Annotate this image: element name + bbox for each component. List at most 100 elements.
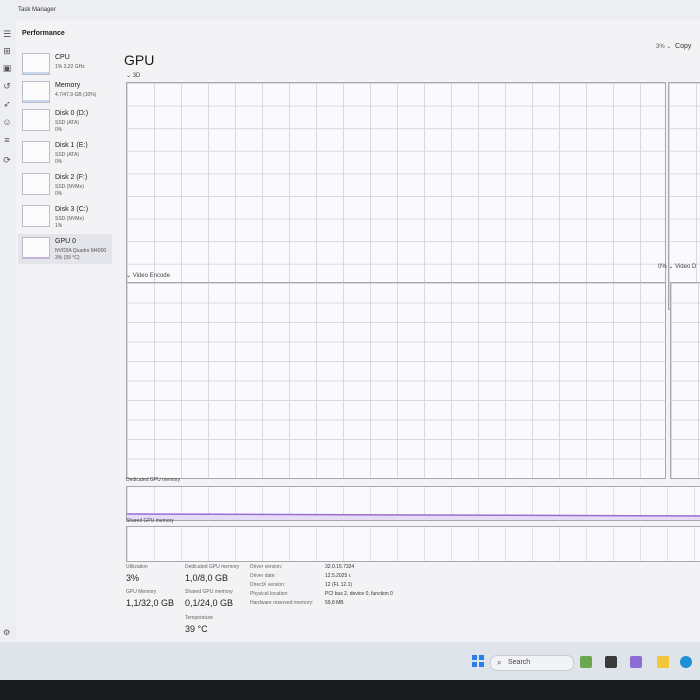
- copy-button[interactable]: Copy: [675, 43, 691, 50]
- search-icon: ⌕: [497, 658, 502, 667]
- device-usage: 0%: [55, 159, 63, 165]
- device-item-disk-2[interactable]: Disk 2 (F:) SSD (NVMe) 0%: [18, 170, 112, 200]
- disk-thumbnail: [22, 109, 50, 131]
- gpu-panel: GPU 3% ⌄ Copy ⌄ 3D 0% ⌄ Video D ⌄ Video …: [118, 40, 700, 640]
- driver-date-value: 12.5.2025 г.: [325, 573, 352, 579]
- disk-thumbnail: [22, 141, 50, 163]
- driver-date-label: Driver date:: [250, 573, 276, 579]
- stats-panel: Utilization 3% Dedicated GPU memory 1,0/…: [126, 564, 696, 644]
- taskbar: ⌕ Search: [0, 642, 700, 700]
- device-detail: 4,7/47,9 GB (10%): [55, 92, 97, 98]
- disk-thumbnail: [22, 173, 50, 195]
- video-decode-label: Video D: [675, 264, 697, 270]
- memory-thumbnail: [22, 81, 50, 103]
- services-icon[interactable]: ⟳: [1, 154, 13, 166]
- graph-video-encode-label: Video Encode: [132, 273, 170, 279]
- hardware-reserved-memory-label: Hardware reserved memory:: [250, 600, 314, 606]
- physical-location-label: Physical location:: [250, 591, 289, 597]
- title-bar: Task Manager: [0, 0, 700, 20]
- cpu-thumbnail: [22, 53, 50, 75]
- edge-browser-icon[interactable]: [680, 656, 692, 668]
- copy-area: 3% ⌄ Copy: [656, 43, 691, 50]
- device-detail: NVIDIA Quadro M4000: [55, 248, 107, 254]
- dedicated-memory-graph-label: Dedicated GPU memory: [126, 477, 181, 483]
- device-detail: SSD (NVMe): [55, 184, 84, 190]
- shared-memory-value: 0,1/24,0 GB: [185, 598, 234, 608]
- disk-thumbnail: [22, 205, 50, 227]
- device-detail: 1% 3,22 GHz: [55, 64, 85, 70]
- gpu-thumbnail: [22, 237, 50, 259]
- driver-version-value: 32.0.15.7324: [325, 564, 355, 570]
- device-detail: SSD (NVMe): [55, 216, 84, 222]
- file-explorer-icon[interactable]: [657, 656, 669, 668]
- taskbar-search[interactable]: ⌕ Search: [490, 655, 574, 671]
- dedicated-memory-label: Dedicated GPU memory: [185, 564, 240, 570]
- graph-video-encode: [126, 282, 666, 479]
- startup-apps-icon[interactable]: ➶: [1, 98, 13, 110]
- dedicated-memory-value: 1,0/8,0 GB: [185, 573, 229, 583]
- device-usage: 3% (39 °C): [55, 255, 80, 261]
- temperature-label: Temperature: [185, 615, 214, 621]
- nav-rail: ☰ ⊞ ▣ ↺ ➶ ☺ ≡ ⟳: [0, 20, 16, 640]
- window-title: Task Manager: [18, 7, 56, 13]
- shared-memory-graph: [126, 526, 700, 562]
- processes-icon[interactable]: ⊞: [1, 45, 13, 57]
- shared-memory-graph-label: Shared GPU memory: [126, 518, 174, 524]
- device-name: Memory: [55, 82, 81, 89]
- taskbar-bar: ⌕ Search: [0, 642, 700, 680]
- app-history-icon[interactable]: ↺: [1, 80, 13, 92]
- dedicated-memory-line: [127, 513, 700, 520]
- device-name: Disk 3 (C:): [55, 206, 89, 213]
- device-name: Disk 0 (D:): [55, 110, 89, 117]
- gpu-memory-label: GPU Memory: [126, 589, 157, 595]
- device-item-gpu-0[interactable]: GPU 0 NVIDIA Quadro M4000 3% (39 °C): [18, 234, 112, 264]
- graph-3d-header[interactable]: ⌄ 3D: [126, 72, 140, 79]
- graph-3d: [126, 82, 666, 310]
- details-icon[interactable]: ≡: [1, 134, 13, 146]
- graph-video-encode-header[interactable]: ⌄ Video Encode: [126, 272, 170, 279]
- start-button-icon[interactable]: [472, 655, 484, 667]
- top-utilization-pct: 3%: [656, 44, 665, 50]
- device-detail: SSD (ATA): [55, 120, 79, 126]
- device-item-disk-0[interactable]: Disk 0 (D:) SSD (ATA) 0%: [18, 106, 112, 136]
- device-list: CPU 1% 3,22 GHz Memory 4,7/47,9 GB (10%)…: [16, 48, 112, 638]
- device-item-memory[interactable]: Memory 4,7/47,9 GB (10%): [18, 78, 112, 108]
- shared-memory-label: Shared GPU memory: [185, 589, 233, 595]
- graph-3d-label: 3D: [132, 73, 141, 79]
- performance-header: Performance: [22, 30, 65, 37]
- device-usage: 0%: [55, 127, 63, 133]
- app-icon[interactable]: [630, 656, 642, 668]
- directx-version-label: DirectX version:: [250, 582, 286, 588]
- graph-3d-right-pct: 0% ⌄ Video D: [658, 263, 696, 270]
- utilization-value: 3%: [126, 573, 140, 583]
- task-view-icon[interactable]: [605, 656, 617, 668]
- chevron-down-icon[interactable]: ⌄: [666, 44, 671, 50]
- hardware-reserved-memory-value: 59,8 MB: [325, 600, 344, 606]
- graph-3d-plot: [127, 294, 665, 309]
- users-icon[interactable]: ☺: [1, 116, 13, 128]
- chevron-down-icon: ⌄: [126, 73, 132, 79]
- device-name: GPU 0: [55, 238, 77, 245]
- device-item-disk-3[interactable]: Disk 3 (C:) SSD (NVMe) 1%: [18, 202, 112, 232]
- hamburger-menu-icon[interactable]: ☰: [1, 28, 13, 40]
- chevron-down-icon: ⌄: [126, 273, 132, 279]
- device-name: Disk 1 (E:): [55, 142, 88, 149]
- device-item-disk-1[interactable]: Disk 1 (E:) SSD (ATA) 0%: [18, 138, 112, 168]
- temperature-value: 39 °C: [185, 624, 208, 634]
- device-name: Disk 2 (F:): [55, 174, 88, 181]
- utilization-label: Utilization: [126, 564, 148, 570]
- driver-version-label: Driver version:: [250, 564, 283, 570]
- device-item-cpu[interactable]: CPU 1% 3,22 GHz: [18, 50, 112, 80]
- graph-3d-right-pct-value: 0%: [658, 264, 667, 270]
- gpu-memory-value: 1,1/32,0 GB: [126, 598, 175, 608]
- directx-version-value: 12 (FL 12.1): [325, 582, 353, 588]
- settings-gear-icon[interactable]: ⚙: [3, 628, 10, 637]
- graph-copy-right: [668, 82, 700, 310]
- widgets-icon[interactable]: [580, 656, 592, 668]
- dedicated-memory-graph: [126, 486, 700, 521]
- performance-icon[interactable]: ▣: [1, 62, 13, 74]
- graph-video-decode: [670, 282, 700, 479]
- device-detail: SSD (ATA): [55, 152, 79, 158]
- chevron-down-icon[interactable]: ⌄: [668, 264, 673, 270]
- device-usage: 1%: [55, 223, 63, 229]
